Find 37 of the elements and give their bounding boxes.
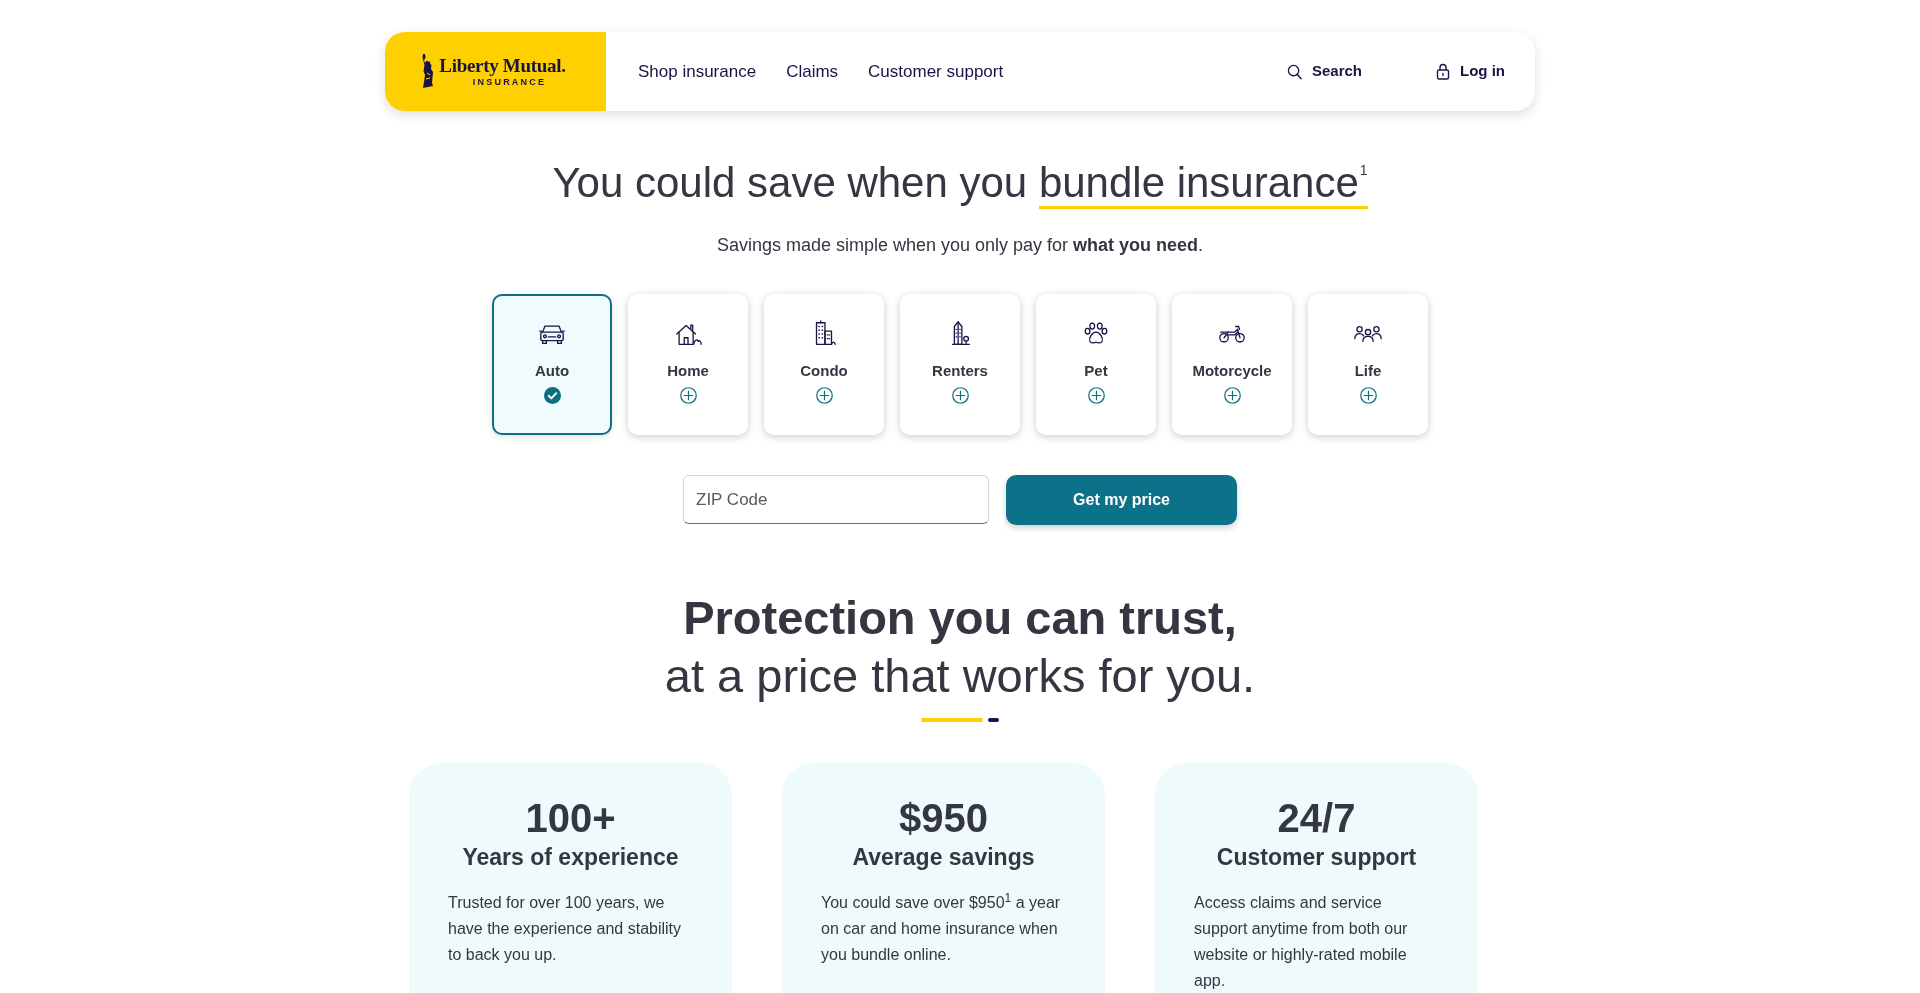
stat-text: Access claims and service support anytime from both our website or highly-rated mobile app.: [1194, 893, 1409, 991]
coverage-option[interactable]: Motorcycle: [1172, 294, 1292, 435]
coverage-option[interactable]: Auto: [492, 294, 612, 435]
nav-link[interactable]: Customer support: [868, 58, 1004, 85]
search-button[interactable]: Search: [1286, 60, 1362, 83]
plus-circle-icon: [1087, 387, 1105, 404]
check-circle-icon: [543, 387, 561, 404]
plus-circle-icon: [1359, 387, 1377, 404]
coverage-option[interactable]: Life: [1308, 294, 1428, 435]
section-subheading: at a price that works for you.: [664, 648, 1256, 704]
coverage-option[interactable]: Pet: [1036, 294, 1156, 435]
plus-circle-icon: [1223, 387, 1241, 404]
stat-text: Trusted for over 100 years, we have the experience and stability to back you up.: [448, 893, 683, 965]
coverage-option[interactable]: Condo: [764, 294, 884, 435]
section-heading: Protection you can trust,: [683, 590, 1237, 646]
plus-circle-icon: [951, 387, 969, 404]
nav-link[interactable]: Claims: [786, 58, 839, 85]
logo[interactable]: Liberty Mutual. INSURANCE: [385, 32, 606, 111]
hero-subtitle: Savings made simple when you only pay for what you need.: [716, 234, 1204, 257]
login-button[interactable]: Log in: [1436, 60, 1505, 83]
stat-title: Average savings: [851, 843, 1036, 872]
stat-value: $950: [898, 795, 989, 842]
coverage-option[interactable]: Home: [628, 294, 748, 435]
stat-text: You could save over $950$^{1}$ a year on car and home insurance when you bundle online.: [821, 890, 1062, 965]
coverage-option[interactable]: Renters: [900, 294, 1020, 435]
plus-circle-icon: [815, 387, 833, 404]
nav-link[interactable]: Shop insurance: [638, 58, 757, 85]
stat-title: Customer support: [1215, 843, 1418, 872]
lock-icon: [1436, 63, 1450, 80]
hero-headline: You could save when you bundle insurance$^{1}$: [552, 158, 1368, 208]
get-price-button[interactable]: Get my price: [1006, 475, 1237, 525]
plus-circle-icon: [679, 387, 697, 404]
stat-value: 100+: [524, 795, 617, 842]
stat-title: Years of experience: [461, 843, 680, 872]
zip-code-field[interactable]: ZIP Code: [683, 475, 989, 524]
search-icon: [1286, 63, 1302, 80]
stat-value: 24/7: [1276, 795, 1357, 842]
